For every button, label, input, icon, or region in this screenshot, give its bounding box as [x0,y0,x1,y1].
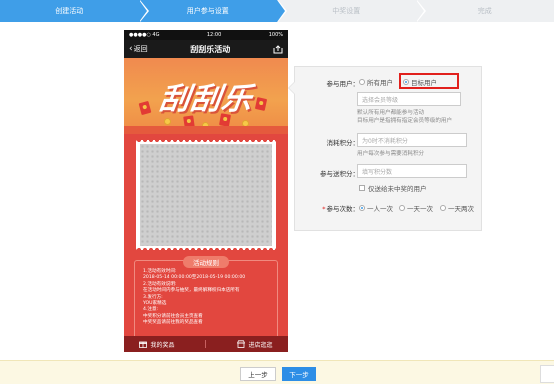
option-label: 一天一次 [407,205,433,213]
rule-line: 中奖奖品请前往我的奖品查看 [143,320,203,326]
required-mark: * [322,205,326,213]
previous-step-button[interactable]: 上一步 [240,367,276,381]
my-prizes-label: 我的奖品 [150,341,175,349]
step-label: 中奖设置 [332,7,361,15]
carrier-signal: ●●●●○ 4G [129,32,160,38]
rules-title: 活动规则 [183,256,229,268]
times-label-text: 参与次数： [326,205,360,213]
phone-nav-bar: ‹ 返回 刮刮乐活动 [124,40,288,58]
share-icon[interactable] [273,44,283,54]
option-label: 一天两次 [448,205,474,213]
chevron-left-icon: ‹ [129,44,133,54]
step-label: 完成 [477,7,492,15]
next-step-button[interactable]: 下一步 [282,367,316,381]
consume-points-input[interactable]: 为0时不消耗积分 [357,133,467,147]
page: 创建活动 用户参与设置 中奖设置 完成 ●●●●○ 4G 12:00 100% … [0,0,554,384]
step-label: 创建活动 [55,7,84,15]
consume-points-hint: 用户每次参与需要消耗积分 [357,151,425,157]
step-create-activity[interactable]: 创建活动 [0,0,149,22]
coin-icon [164,118,171,125]
radio-button[interactable] [359,79,365,85]
radio-once-per-day[interactable]: 一天一次 [399,203,433,213]
option-label: 一人一次 [367,205,393,213]
member-level-select[interactable]: 选择会员等级 [357,92,461,106]
consume-points-label: 消耗积分： [326,139,360,147]
gift-icon [139,341,148,348]
option-label: 所有用户 [367,79,393,87]
radio-once-per-user[interactable]: 一人一次 [359,203,393,213]
step-complete[interactable]: 完成 [416,0,554,22]
radio-button[interactable] [440,205,446,211]
phone-page-title: 刮刮乐活动 [190,44,231,54]
go-shop-button[interactable]: 进店逛逛 [237,340,272,349]
scratch-area[interactable] [140,144,272,246]
participation-settings-panel: 参与用户： 所有用户 目标用户 选择会员等级 默认所有用户都能参与活动 目标用户… [288,66,482,231]
times-label: *参与次数： [305,203,359,213]
scratch-card [136,137,276,253]
shop-icon [237,340,246,348]
gift-points-label: 参与送积分： [320,170,359,178]
participants-hint-2: 目标用户是指拥有指定会员等级的用户 [357,118,453,124]
only-non-winners-checkbox[interactable]: 仅送给未中奖的用户 [359,183,427,193]
red-envelope-icon [138,100,152,116]
radio-button[interactable] [399,205,405,211]
step-label: 用户参与设置 [186,7,229,15]
red-envelope-icon [254,97,268,111]
status-time: 12:00 [206,32,222,38]
gift-points-placeholder: 填写积分数 [362,168,393,176]
member-level-placeholder: 选择会员等级 [362,96,399,104]
phone-bottom-bar: 我的奖品 进店逛逛 [124,336,288,352]
checkbox-label: 仅送给未中奖的用户 [368,185,427,193]
battery-level: 100% [268,32,283,38]
step-user-participation[interactable]: 用户参与设置 [138,0,287,22]
checkbox[interactable] [359,185,365,191]
footer-bar: 上一步 下一步 [0,360,554,384]
progress-stepper: 创建活动 用户参与设置 中奖设置 完成 [0,0,554,22]
back-button[interactable]: ‹ 返回 [129,44,148,54]
back-label: 返回 [133,45,148,53]
radio-button[interactable] [359,205,365,211]
radio-all-users[interactable]: 所有用户 [359,77,393,87]
participants-label: 参与用户： [326,80,360,88]
radio-target-users[interactable]: 目标用户 [403,77,437,87]
gift-points-input[interactable]: 填写积分数 [357,164,467,178]
side-widget[interactable] [540,365,554,383]
go-shop-label: 进店逛逛 [248,341,273,349]
radio-twice-per-day[interactable]: 一天两次 [440,203,474,213]
option-label: 目标用户 [411,79,437,87]
consume-points-placeholder: 为0时不消耗积分 [362,137,408,145]
phone-status-bar: ●●●●○ 4G 12:00 100% [124,30,288,40]
hero-title: 刮刮乐 [156,82,255,117]
radio-button[interactable] [403,79,409,85]
participants-hint-1: 默认所有用户都能参与活动 [357,110,425,116]
hero-banner: 刮刮乐 [124,58,288,134]
step-prize-settings[interactable]: 中奖设置 [277,0,426,22]
my-prizes-button[interactable]: 我的奖品 [139,340,175,349]
phone-preview: ●●●●○ 4G 12:00 100% ‹ 返回 刮刮乐活动 刮刮乐 活动规则 … [124,30,288,352]
